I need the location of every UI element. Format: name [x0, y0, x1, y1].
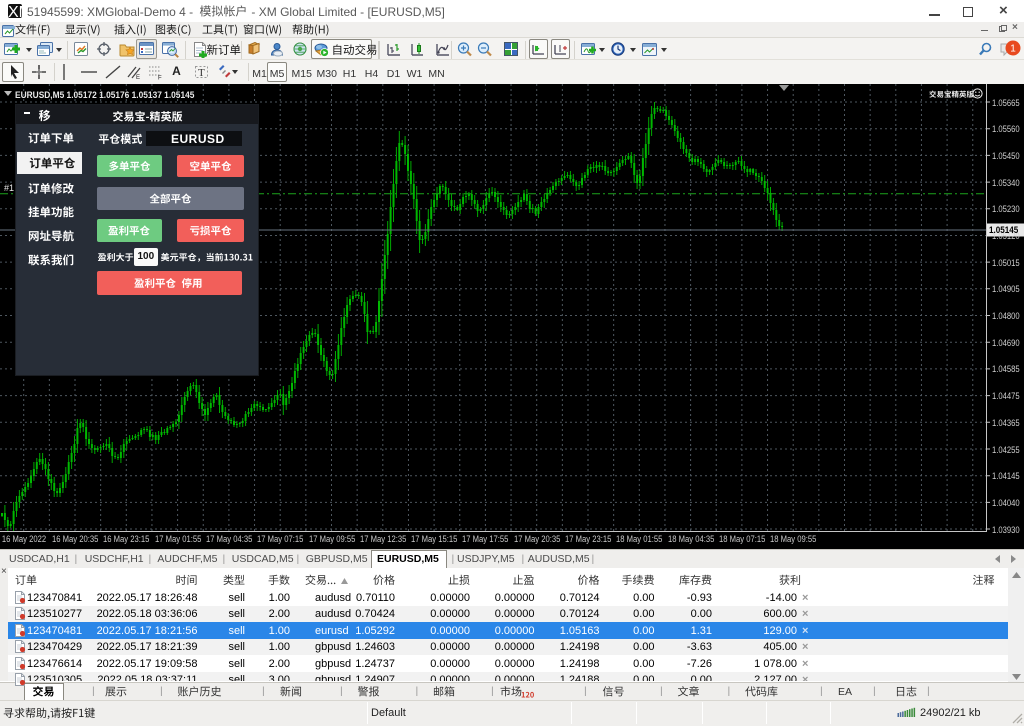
svg-text:F: F	[158, 76, 162, 81]
svg-text:1: 1	[1010, 44, 1016, 55]
svg-text:E: E	[136, 75, 140, 80]
svg-text:T: T	[198, 67, 205, 79]
